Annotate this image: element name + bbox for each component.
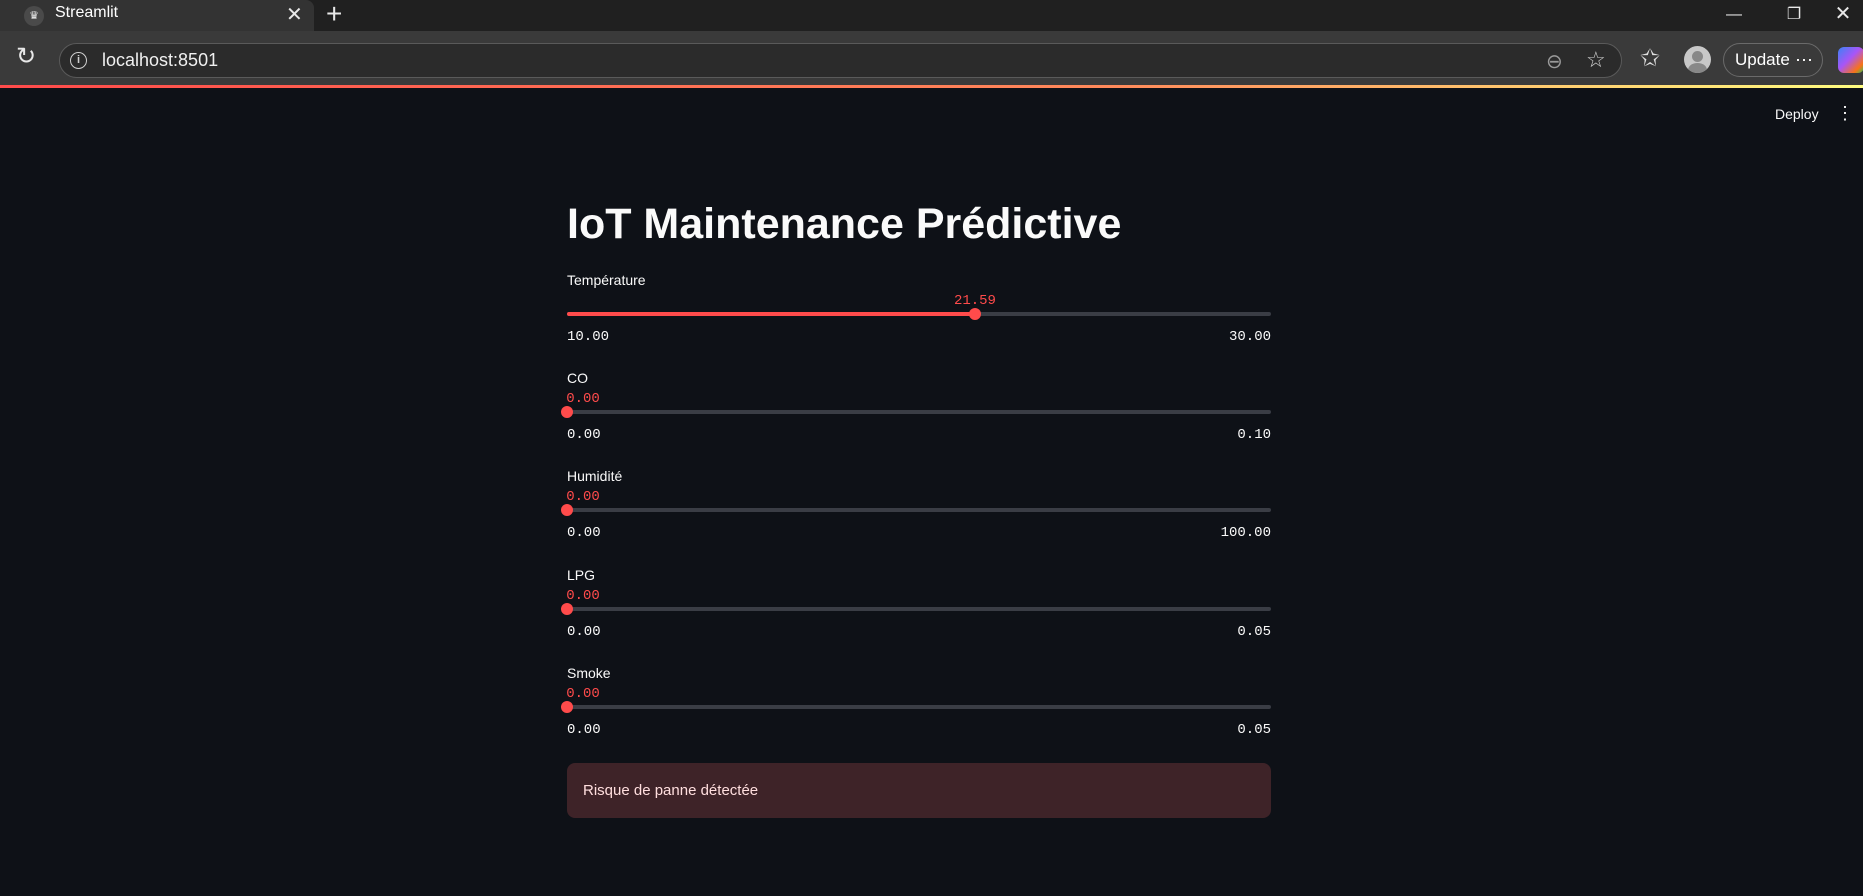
slider-max-label: 0.05: [1237, 624, 1271, 640]
slider-track[interactable]: [567, 705, 1271, 709]
kebab-menu-icon[interactable]: ⋮: [1836, 104, 1854, 122]
slider-value: 0.00: [566, 588, 600, 604]
slider-max-label: 30.00: [1228, 329, 1271, 345]
slider-min-label: 0.00: [567, 427, 601, 443]
browser-tab[interactable]: ♛ Streamlit ✕: [0, 0, 314, 31]
slider-thumb[interactable]: [561, 406, 573, 418]
close-tab-icon[interactable]: ✕: [286, 2, 303, 27]
window-close-icon[interactable]: ✕: [1823, 0, 1863, 31]
reload-icon[interactable]: ↻: [16, 42, 36, 71]
slider-temperature[interactable]: Température 21.59 10.00 30.00: [567, 272, 1271, 362]
slider-thumb[interactable]: [968, 308, 981, 320]
browser-tab-bar: ♛ Streamlit ✕ + — ❐ ✕: [0, 0, 1863, 31]
profile-avatar[interactable]: [1684, 46, 1711, 73]
deploy-button[interactable]: Deploy: [1775, 106, 1819, 122]
url-text[interactable]: localhost:8501: [102, 50, 218, 71]
update-button[interactable]: Update ⋯: [1723, 43, 1823, 77]
slider-label: Température: [567, 272, 646, 288]
slider-track[interactable]: [567, 508, 1271, 512]
star-icon[interactable]: ☆: [1586, 47, 1606, 73]
slider-fill: [567, 312, 975, 316]
slider-track[interactable]: [567, 607, 1271, 611]
page-title: IoT Maintenance Prédictive: [567, 200, 1122, 248]
zoom-out-icon[interactable]: ⊖: [1546, 49, 1563, 74]
error-alert: Risque de panne détectée: [567, 763, 1271, 818]
slider-max-label: 100.00: [1220, 525, 1271, 541]
slider-min-label: 10.00: [567, 329, 610, 345]
streamlit-crown-icon: ♛: [24, 6, 44, 26]
address-bar[interactable]: i localhost:8501 ⊖ ☆: [59, 43, 1622, 78]
update-label: Update: [1735, 50, 1790, 69]
slider-track[interactable]: [567, 410, 1271, 414]
slider-thumb[interactable]: [561, 603, 573, 615]
slider-value: 21.59: [953, 293, 996, 309]
restore-icon[interactable]: ❐: [1774, 0, 1814, 31]
slider-co[interactable]: CO 0.00 0.00 0.10: [561, 370, 1271, 460]
alert-text: Risque de panne détectée: [583, 782, 759, 799]
slider-thumb[interactable]: [561, 701, 573, 713]
tab-title: Streamlit: [55, 4, 119, 21]
new-tab-icon[interactable]: +: [326, 0, 342, 30]
slider-humidite[interactable]: Humidité 0.00 0.00 100.00: [561, 468, 1271, 558]
slider-max-label: 0.10: [1237, 427, 1271, 443]
slider-label: LPG: [567, 567, 596, 583]
slider-min-label: 0.00: [567, 624, 601, 640]
slider-label: CO: [567, 370, 588, 386]
slider-label: Humidité: [567, 468, 623, 484]
browser-toolbar: ↻ i localhost:8501 ⊖ ☆ ✩ Update ⋯: [0, 31, 1863, 85]
minimize-icon[interactable]: —: [1714, 0, 1754, 31]
slider-label: Smoke: [567, 665, 611, 681]
streamlit-decoration-bar: [0, 85, 1863, 88]
slider-smoke[interactable]: Smoke 0.00 0.00 0.05: [561, 665, 1271, 755]
slider-value: 0.00: [566, 391, 600, 407]
slider-value: 0.00: [566, 686, 600, 702]
slider-lpg[interactable]: LPG 0.00 0.00 0.05: [561, 567, 1271, 657]
copilot-icon[interactable]: [1838, 47, 1863, 73]
slider-min-label: 0.00: [567, 722, 601, 738]
slider-max-label: 0.05: [1237, 722, 1271, 738]
slider-thumb[interactable]: [561, 504, 573, 516]
slider-value: 0.00: [566, 489, 600, 505]
info-icon[interactable]: i: [70, 52, 87, 69]
slider-min-label: 0.00: [567, 525, 601, 541]
favorites-icon[interactable]: ✩: [1640, 44, 1660, 73]
more-icon[interactable]: ⋯: [1795, 44, 1814, 76]
